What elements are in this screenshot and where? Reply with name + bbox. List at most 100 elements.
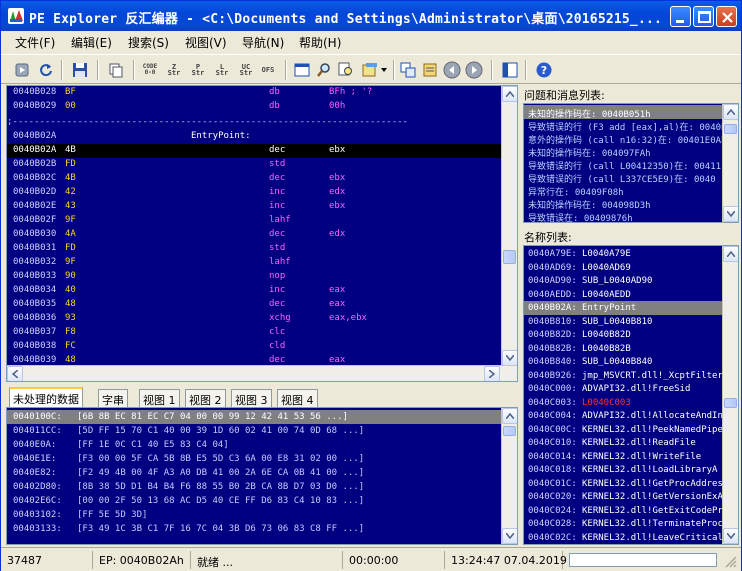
name-row[interactable]: 0040AD69: L0040AD69 xyxy=(524,261,724,275)
disasm-row[interactable]: 0040B031 FD std xyxy=(7,242,502,256)
scroll-left-button[interactable] xyxy=(7,366,23,381)
save-button[interactable] xyxy=(69,59,91,81)
tab-view-1[interactable]: 视图 1 xyxy=(139,389,180,407)
tab-strings[interactable]: 字串 xyxy=(98,389,128,407)
disasm-row[interactable]: 0040B029 00 db 00h xyxy=(7,100,502,114)
name-row[interactable]: 0040B810: SUB_L0040B810 xyxy=(524,315,724,329)
tab-view-2[interactable]: 视图 2 xyxy=(185,389,226,407)
disasm-label-row[interactable]: 0040B02A EntryPoint: xyxy=(7,130,502,144)
disassembly-vscroll[interactable] xyxy=(501,86,517,366)
disasm-separator[interactable]: ;---------------------------------------… xyxy=(7,116,502,130)
name-row[interactable]: 0040C01C: KERNEL32.dll!GetProcAddress xyxy=(524,477,724,491)
window-button[interactable] xyxy=(291,59,313,81)
name-row[interactable]: 0040B840: SUB_L0040B840 xyxy=(524,355,724,369)
raw-data-row[interactable]: 0040100C: [6B 8B EC 81 EC C7 04 00 00 99 … xyxy=(7,410,502,424)
search-button[interactable] xyxy=(313,59,335,81)
issue-row[interactable]: 未知的操作码在: 0040B051h xyxy=(524,105,724,119)
resize-grip-icon[interactable] xyxy=(725,556,737,568)
menu-help[interactable]: 帮助(H) xyxy=(299,34,341,51)
issues-vscroll[interactable] xyxy=(722,104,738,222)
forward-button[interactable] xyxy=(463,59,485,81)
scroll-up-button[interactable] xyxy=(723,246,738,262)
menu-search[interactable]: 搜索(S) xyxy=(128,34,169,51)
disasm-row[interactable]: 0040B028 BF db BFh ; '? xyxy=(7,86,502,100)
code-hex-button[interactable]: CODE 0-0 xyxy=(139,59,161,81)
name-row[interactable]: 0040A79E: L0040A79E xyxy=(524,247,724,261)
scroll-down-button[interactable] xyxy=(723,206,738,222)
issue-row[interactable]: 未知的操作码在: 004098D3h xyxy=(524,196,724,210)
scroll-up-button[interactable] xyxy=(723,104,738,120)
name-row[interactable]: 0040B82D: L0040B82D xyxy=(524,328,724,342)
disasm-row[interactable]: 0040B030 4A dec edx xyxy=(7,228,502,242)
help-button[interactable]: ? xyxy=(533,59,555,81)
issue-row[interactable]: 导致错误的行 (call L337CE5E9)在: 0040 xyxy=(524,170,724,184)
raw-data-row[interactable]: 004011CC: [5D FF 15 70 C1 40 00 39 1D 60 … xyxy=(7,424,502,438)
scroll-thumb[interactable] xyxy=(724,398,737,408)
export-button[interactable] xyxy=(419,59,441,81)
raw-data-view[interactable]: 0040100C: [6B 8B EC 81 EC C7 04 00 00 99 … xyxy=(6,407,518,545)
disassembly-hscroll[interactable] xyxy=(7,365,517,381)
raw-data-row[interactable]: 0040E0A: [FF 1E 0C C1 40 E5 83 C4 04] xyxy=(7,438,502,452)
name-row[interactable]: 0040C028: KERNEL32.dll!TerminateProces xyxy=(524,517,724,531)
tab-raw-data[interactable]: 未处理的数据 xyxy=(9,387,83,407)
options-button[interactable] xyxy=(359,59,381,81)
minimize-button[interactable] xyxy=(670,6,691,27)
refresh-button[interactable] xyxy=(35,59,57,81)
issue-row[interactable]: 导致错误的行 (F3 add [eax],al)在: 0040B04D xyxy=(524,118,724,132)
panel-button[interactable] xyxy=(499,59,521,81)
tab-view-4[interactable]: 视图 4 xyxy=(277,389,318,407)
name-row[interactable]: 0040B926: jmp_MSVCRT.dll!_XcptFilter xyxy=(524,369,724,383)
scroll-up-button[interactable] xyxy=(502,408,517,424)
disasm-row[interactable]: 0040B032 9F lahf xyxy=(7,256,502,270)
name-row[interactable]: 0040B02A: EntryPoint xyxy=(524,301,724,315)
name-row[interactable]: 0040C010: KERNEL32.dll!ReadFile xyxy=(524,436,724,450)
name-row[interactable]: 0040AD90: SUB_L0040AD90 xyxy=(524,274,724,288)
issue-row[interactable]: 导致错误的行 (call L00412350)在: 00411 xyxy=(524,157,724,171)
raw-data-row[interactable]: 00402D80: [8B 38 5D D1 B4 B4 F6 88 55 B0 … xyxy=(7,480,502,494)
name-row[interactable]: 0040C004: ADVAPI32.dll!AllocateAndInit xyxy=(524,409,724,423)
names-list[interactable]: 0040A79E: L0040A79E 0040AD69: L0040AD69 0040… xyxy=(523,245,739,545)
disasm-row[interactable]: 0040B02F 9F lahf xyxy=(7,214,502,228)
menu-edit[interactable]: 编辑(E) xyxy=(71,34,112,51)
disasm-row[interactable]: 0040B02B FD std xyxy=(7,158,502,172)
scroll-thumb[interactable] xyxy=(503,426,516,436)
search-next-button[interactable] xyxy=(335,59,357,81)
name-row[interactable]: 0040C020: KERNEL32.dll!GetVersionExA xyxy=(524,490,724,504)
raw-data-row[interactable]: 0040E82: [F2 49 4B 00 4F A3 A0 DB 41 00 2… xyxy=(7,466,502,480)
options-dropdown[interactable] xyxy=(379,59,389,81)
menu-file[interactable]: 文件(F) xyxy=(15,34,55,51)
maximize-button[interactable] xyxy=(693,6,714,27)
issues-list[interactable]: 未知的操作码在: 0040B051h 导致错误的行 (F3 add [eax],a… xyxy=(523,103,739,223)
scroll-up-button[interactable] xyxy=(502,86,517,102)
disasm-row[interactable]: 0040B038 FC cld xyxy=(7,340,502,354)
raw-data-vscroll[interactable] xyxy=(501,408,517,544)
disasm-row[interactable]: 0040B033 90 nop xyxy=(7,270,502,284)
name-row[interactable]: 0040C024: KERNEL32.dll!GetExitCodeProc xyxy=(524,504,724,518)
copy-button[interactable] xyxy=(105,59,127,81)
stop-button[interactable] xyxy=(11,59,33,81)
tab-view-3[interactable]: 视图 3 xyxy=(231,389,272,407)
disasm-row[interactable]: 0040B034 40 inc eax xyxy=(7,284,502,298)
name-row[interactable]: 0040B82B: L0040B82B xyxy=(524,342,724,356)
raw-data-row[interactable]: 00402E6C: [00 00 2F 50 13 68 AC D5 40 CE … xyxy=(7,494,502,508)
scroll-down-button[interactable] xyxy=(723,528,738,544)
title-bar[interactable]: PE Explorer 反汇编器 - <C:\Documents and Set… xyxy=(1,1,741,31)
goto-button[interactable] xyxy=(397,59,419,81)
raw-data-row[interactable]: 00403133: [F3 49 1C 3B C1 7F 16 7C 04 3B … xyxy=(7,522,502,536)
disasm-row[interactable]: 0040B035 48 dec eax xyxy=(7,298,502,312)
names-vscroll[interactable] xyxy=(722,246,738,544)
scroll-down-button[interactable] xyxy=(502,528,517,544)
name-row[interactable]: 0040C02C: KERNEL32.dll!LeaveCriticalS xyxy=(524,531,724,545)
disassembly-view[interactable]: 0040B028 BF db BFh ; '? 0040B029 00 db 00h ;----… xyxy=(6,85,518,382)
disasm-row[interactable]: 0040B02C 4B dec ebx xyxy=(7,172,502,186)
string-l-button[interactable]: L Str xyxy=(211,59,233,81)
disasm-row[interactable]: 0040B02E 43 inc ebx xyxy=(7,200,502,214)
string-z-button[interactable]: Z Str xyxy=(163,59,185,81)
name-row[interactable]: 0040C00C: KERNEL32.dll!PeekNamedPipe xyxy=(524,423,724,437)
name-row[interactable]: 0040C018: KERNEL32.dll!LoadLibraryA xyxy=(524,463,724,477)
scroll-right-button[interactable] xyxy=(484,366,500,381)
scroll-down-button[interactable] xyxy=(502,350,517,366)
offset-button[interactable]: OFS xyxy=(257,59,279,81)
name-row[interactable]: 0040C003: L0040C003 xyxy=(524,396,724,410)
issue-row[interactable]: 异常行在: 00409F08h xyxy=(524,183,724,197)
